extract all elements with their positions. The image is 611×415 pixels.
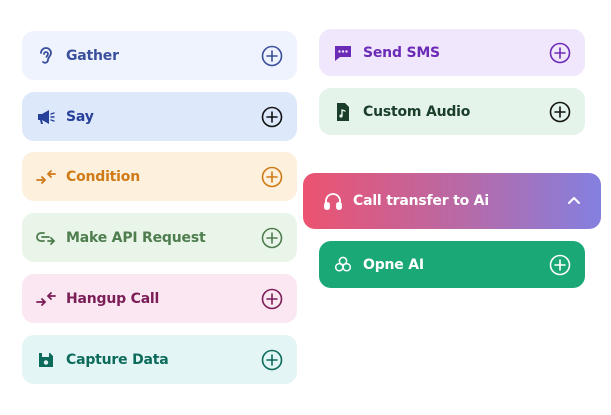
ear-icon [36,46,56,66]
action-card-custom-audio[interactable]: Custom Audio [319,88,585,135]
action-card-api-request[interactable]: Make API Request [22,213,297,262]
add-capture-data-button[interactable] [261,349,283,371]
add-hangup-button[interactable] [261,288,283,310]
call-transfer-group-header[interactable]: Call transfer to Ai [303,173,601,229]
openai-icon [333,255,353,275]
megaphone-icon [36,107,56,127]
save-icon [36,350,56,370]
action-card-condition[interactable]: Condition [22,152,297,201]
add-custom-audio-button[interactable] [549,101,571,123]
action-label-custom-audio: Custom Audio [363,103,471,120]
add-api-request-button[interactable] [261,227,283,249]
condition-arrows-icon [36,167,56,187]
action-card-capture-data[interactable]: Capture Data [22,335,297,384]
action-label-api-request: Make API Request [66,229,206,246]
add-say-button[interactable] [261,106,283,128]
action-card-gather[interactable]: Gather [22,31,297,80]
action-label-gather: Gather [66,47,119,64]
action-label-send-sms: Send SMS [363,44,440,61]
chevron-up-icon[interactable] [565,192,583,210]
sms-icon [333,43,353,63]
action-card-say[interactable]: Say [22,92,297,141]
add-send-sms-button[interactable] [549,42,571,64]
action-label-say: Say [66,108,94,125]
action-card-open-ai[interactable]: Opne AI [319,241,585,288]
headphones-icon [323,191,343,211]
action-label-condition: Condition [66,168,140,185]
call-transfer-label: Call transfer to Ai [353,193,489,209]
add-gather-button[interactable] [261,45,283,67]
action-label-open-ai: Opne AI [363,256,424,273]
hangup-arrows-icon [36,289,56,309]
add-condition-button[interactable] [261,166,283,188]
api-link-icon [36,228,56,248]
action-card-send-sms[interactable]: Send SMS [319,29,585,76]
action-label-capture-data: Capture Data [66,351,169,368]
add-open-ai-button[interactable] [549,254,571,276]
action-label-hangup: Hangup Call [66,290,160,307]
audio-file-icon [333,102,353,122]
action-card-hangup[interactable]: Hangup Call [22,274,297,323]
